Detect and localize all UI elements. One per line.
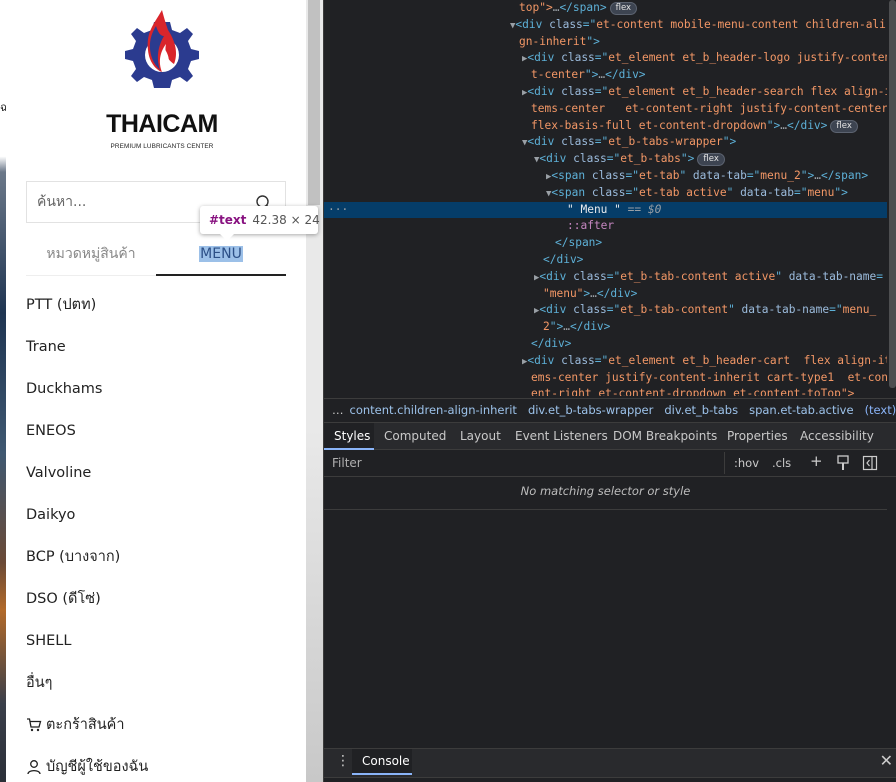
dom-line[interactable]: ▶<div class="et_element et_b_header-cart…	[324, 353, 891, 370]
styles-divider	[324, 509, 887, 510]
menu-item-daikyo[interactable]: Daikyo	[26, 494, 296, 536]
menu-item-bcp[interactable]: BCP (บางจาก)	[26, 536, 296, 578]
menu-list: PTT (ปตท) Trane Duckhams ENEOS Valvoline…	[26, 284, 296, 782]
dom-line[interactable]: ▶<div class="et_b-tab-content active" da…	[324, 269, 887, 286]
dom-line[interactable]: </div>	[324, 336, 887, 353]
flex-badge[interactable]: flex	[697, 153, 725, 167]
no-styles-message: No matching selector or style	[520, 484, 691, 498]
styles-filter-input[interactable]	[328, 452, 723, 474]
site-logo[interactable]: THAICAM PREMIUM LUBRICANTS CENTER	[98, 6, 226, 156]
close-drawer-icon[interactable]: ✕	[880, 753, 893, 769]
menu-item-valvoline[interactable]: Valvoline	[26, 452, 296, 494]
page-scrollbar-thumb[interactable]	[308, 0, 320, 205]
menu-tabs: หมวดหมู่สินค้า MENU	[26, 236, 286, 276]
dom-line[interactable]: ▼<div class="et_b-tabs-wrapper">	[324, 134, 887, 151]
dom-line[interactable]: ::after	[324, 218, 887, 235]
menu-item-cart-label: ตะกร้าสินค้า	[46, 717, 125, 733]
dom-line[interactable]: ▶<span class="et-tab" data-tab="menu_2">…	[324, 168, 887, 185]
dom-line[interactable]: ▼<div class="et-content mobile-menu-cont…	[324, 17, 887, 34]
dom-line[interactable]: ent-right et-content-dropdown et-content…	[324, 386, 887, 396]
tab-properties[interactable]: Properties	[727, 423, 788, 450]
paint-brush-icon[interactable]	[836, 455, 850, 471]
tab-styles[interactable]: Styles	[324, 423, 374, 450]
menu-item-cart[interactable]: ตะกร้าสินค้า	[26, 704, 296, 746]
dom-line[interactable]: ems-center justify-content-inherit cart-…	[324, 370, 895, 387]
tab-menu[interactable]: MENU	[156, 236, 286, 274]
logo-name: THAICAM	[106, 110, 218, 138]
menu-item-account-label: บัญชีผู้ใช้ของฉัน	[46, 759, 149, 775]
breadcrumb-item[interactable]: span.et-tab.active	[749, 399, 853, 421]
tab-dom-breakpoints[interactable]: DOM Breakpoints	[613, 423, 717, 450]
styles-filter-bar: :hov .cls +	[324, 450, 896, 477]
breadcrumb-item-text[interactable]: (text)	[865, 399, 896, 421]
user-icon	[27, 760, 41, 775]
dom-line[interactable]: ▶<div class="et_b-tab-content" data-tab-…	[324, 302, 887, 319]
menu-item-trane[interactable]: Trane	[26, 326, 296, 368]
new-style-rule-button[interactable]: +	[810, 452, 823, 472]
menu-item-dso[interactable]: DSO (ดีโซ่)	[26, 578, 296, 620]
elements-tree-panel: top">…</span> flex ▼<div class="et-conten…	[324, 0, 896, 396]
console-toolbar	[324, 777, 896, 782]
dom-line[interactable]: ▶<div class="et_element et_b_header-logo…	[324, 50, 891, 67]
menu-item-duckhams[interactable]: Duckhams	[26, 368, 296, 410]
cart-icon	[27, 718, 42, 732]
menu-item-ptt[interactable]: PTT (ปตท)	[26, 284, 296, 326]
dom-line[interactable]: tems-center et-content-right justify-con…	[324, 101, 888, 118]
cls-button[interactable]: .cls	[772, 454, 791, 474]
logo-tagline: PREMIUM LUBRICANTS CENTER	[110, 143, 214, 150]
dom-line[interactable]: t-center">…</div>	[324, 67, 887, 84]
devtools-panel: top">…</span> flex ▼<div class="et-conten…	[323, 0, 896, 782]
page-viewport: ฉ THAICAM PREMIUM LUBRICANTS CENTER หมวด…	[0, 0, 323, 782]
tooltip-arrow	[220, 234, 234, 241]
filter-separator	[724, 452, 725, 474]
styles-pane: No matching selector or style	[324, 478, 896, 748]
elements-scrollbar-thumb[interactable]	[889, 0, 896, 388]
tab-layout[interactable]: Layout	[460, 423, 501, 450]
menu-item-others[interactable]: อื่นๆ	[26, 662, 296, 704]
inspect-tooltip: #text 42.38 × 24	[200, 206, 320, 241]
dom-line-selected[interactable]: ··· " Menu " == $0	[324, 201, 887, 219]
tab-console[interactable]: Console	[352, 749, 412, 775]
drawer-menu-icon[interactable]: ⋮	[336, 754, 350, 768]
tab-computed[interactable]: Computed	[384, 423, 446, 450]
breadcrumb-item[interactable]: div.et_b-tabs	[664, 399, 738, 421]
active-tab-underline	[156, 274, 286, 276]
dom-line[interactable]: 2">…</div>	[324, 319, 887, 336]
console-drawer: ⋮ Console ✕	[324, 748, 896, 782]
breadcrumb: … content.children-align-inherit div.et_b-…	[324, 398, 896, 422]
styles-subtabs: Styles Computed Layout Event Listeners D…	[324, 422, 896, 450]
tab-categories[interactable]: หมวดหมู่สินค้า	[26, 236, 156, 274]
menu-item-eneos[interactable]: ENEOS	[26, 410, 296, 452]
flex-badge[interactable]: flex	[830, 119, 858, 133]
tab-menu-label: MENU	[199, 246, 243, 262]
dom-tree: top">…</span> flex ▼<div class="et-conten…	[324, 0, 895, 396]
flex-badge[interactable]: flex	[609, 2, 638, 15]
gear-flame-icon	[125, 10, 199, 88]
breadcrumb-item[interactable]: div.et_b-tabs-wrapper	[528, 399, 653, 421]
tooltip-node-name: #text	[209, 213, 247, 227]
toggle-sidebar-icon[interactable]	[862, 455, 878, 471]
menu-item-shell[interactable]: SHELL	[26, 620, 296, 662]
dom-line[interactable]: top">…</span> flex	[324, 0, 887, 17]
dom-line[interactable]: ▶<div class="et_element et_b_header-sear…	[324, 84, 891, 101]
dom-line[interactable]: ▼<span class="et-tab active" data-tab="m…	[324, 185, 887, 202]
dom-line[interactable]: </span>	[324, 235, 887, 252]
dom-line[interactable]: ▼<div class="et_b-tabs"> flex	[324, 151, 887, 168]
breadcrumb-item[interactable]: content.children-align-inherit	[350, 399, 517, 421]
tooltip-size: 42.38 × 24	[252, 213, 320, 227]
dom-line[interactable]: gn-inherit">	[324, 34, 887, 51]
node-actions-dots[interactable]: ···	[328, 202, 348, 219]
dom-line[interactable]: "menu">…</div>	[324, 286, 887, 303]
tab-event-listeners[interactable]: Event Listeners	[515, 423, 608, 450]
dom-line[interactable]: </div>	[324, 252, 887, 269]
tab-accessibility[interactable]: Accessibility	[800, 423, 874, 450]
elements-scrollbar[interactable]	[887, 0, 896, 396]
menu-item-account[interactable]: บัญชีผู้ใช้ของฉัน	[26, 746, 296, 782]
mobile-menu-panel: THAICAM PREMIUM LUBRICANTS CENTER หมวดหม…	[6, 0, 306, 782]
hov-button[interactable]: :hov	[734, 454, 759, 474]
breadcrumb-overflow-left[interactable]: …	[332, 399, 344, 421]
dom-line[interactable]: flex-basis-full et-content-dropdown">…</…	[324, 118, 887, 135]
